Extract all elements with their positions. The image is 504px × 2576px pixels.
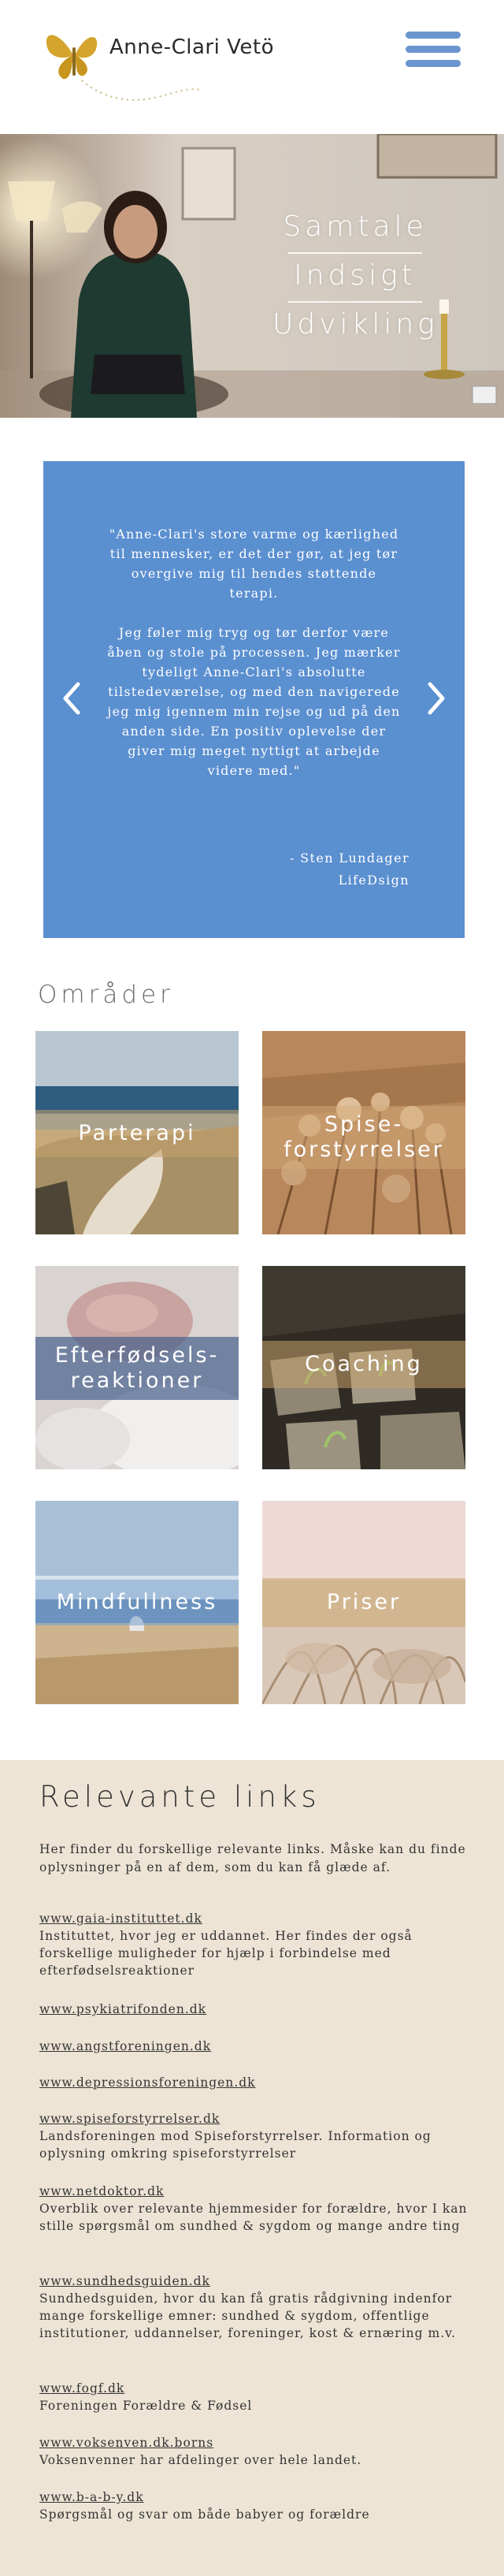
hero-word-2: Indsigt bbox=[294, 259, 417, 292]
link-item: www.angstforeningen.dk bbox=[39, 2038, 480, 2055]
tile-spiseforstyrrelser[interactable]: Spise- forstyrrelser bbox=[262, 1031, 465, 1234]
link-item: www.netdoktor.dk Overblik over relevante… bbox=[39, 2183, 480, 2235]
testimonial-slider: "Anne-Clari's store varme og kærlighed t… bbox=[43, 461, 465, 938]
tile-label: Parterapi bbox=[78, 1121, 196, 1145]
tile-label: Priser bbox=[326, 1590, 402, 1614]
relevant-links-section: Relevante links Her finder du forskellig… bbox=[0, 1760, 504, 2576]
tile-mindfullness[interactable]: Mindfullness bbox=[35, 1501, 239, 1704]
testimonial-author: - Sten Lundager LifeDsign bbox=[290, 847, 410, 892]
link-description: Foreningen Forældre & Fødsel bbox=[39, 2399, 253, 2413]
site-logo[interactable]: Anne-Clari Vetö bbox=[43, 24, 302, 110]
tile-label: Coaching bbox=[305, 1352, 423, 1376]
site-header: Anne-Clari Vetö bbox=[0, 0, 504, 134]
hero-taglines: Samtale Indsigt Udvikling bbox=[272, 205, 438, 350]
tile-label: Spise- forstyrrelser bbox=[284, 1112, 444, 1162]
link-url[interactable]: www.fogf.dk bbox=[39, 2380, 124, 2397]
author-name: - Sten Lundager bbox=[289, 851, 410, 865]
tile-label-band: Priser bbox=[262, 1578, 465, 1627]
links-intro: Her finder du forskellige relevante link… bbox=[39, 1842, 466, 1874]
tile-label-band: Spise- forstyrrelser bbox=[262, 1106, 465, 1169]
chevron-right-icon[interactable] bbox=[422, 680, 450, 717]
link-item: www.voksenven.dk.borns Voksenvenner har … bbox=[39, 2434, 480, 2469]
link-description: Overblik over relevante hjemmesider for … bbox=[39, 2202, 468, 2233]
testimonial-quote: "Anne-Clari's store varme og kærlighed t… bbox=[106, 524, 402, 800]
link-url[interactable]: www.voksenven.dk.borns bbox=[39, 2434, 213, 2451]
author-company: LifeDsign bbox=[338, 873, 410, 888]
link-description: Instituttet, hvor jeg er uddannet. Her f… bbox=[39, 1929, 413, 1978]
quote-paragraph: Jeg føler mig tryg og tør derfor være åb… bbox=[107, 625, 401, 778]
link-item: www.psykiatrifonden.dk bbox=[39, 2001, 480, 2018]
tile-label-band: Mindfullness bbox=[35, 1580, 239, 1625]
hamburger-menu-icon[interactable] bbox=[406, 32, 461, 68]
link-url[interactable]: www.angstforeningen.dk bbox=[39, 2038, 211, 2055]
link-url[interactable]: www.gaia-instituttet.dk bbox=[39, 1910, 202, 1927]
link-item: www.b-a-b-y.dk Spørgsmål og svar om både… bbox=[39, 2489, 480, 2523]
areas-title: Områder bbox=[38, 981, 174, 1009]
tile-label-band: Parterapi bbox=[35, 1110, 239, 1157]
link-description: Sundhedsguiden, hvor du kan få gratis rå… bbox=[39, 2291, 456, 2340]
link-item: www.gaia-instituttet.dk Instituttet, hvo… bbox=[39, 1910, 480, 1979]
hero-word-1: Samtale bbox=[283, 210, 428, 243]
link-item: www.sundhedsguiden.dk Sundhedsguiden, hv… bbox=[39, 2273, 480, 2342]
tile-parterapi[interactable]: Parterapi bbox=[35, 1031, 239, 1234]
link-item: www.spiseforstyrrelser.dk Landsforeninge… bbox=[39, 2110, 480, 2162]
link-description: Voksenvenner har afdelinger over hele la… bbox=[39, 2453, 362, 2467]
link-item: www.depressionsforeningen.dk bbox=[39, 2074, 480, 2091]
tile-efterfodselsreaktioner[interactable]: Efterfødsels- reaktioner bbox=[35, 1266, 239, 1469]
link-url[interactable]: www.sundhedsguiden.dk bbox=[39, 2273, 210, 2290]
link-url[interactable]: www.spiseforstyrrelser.dk bbox=[39, 2110, 220, 2127]
quote-paragraph: "Anne-Clari's store varme og kærlighed t… bbox=[109, 527, 399, 601]
tile-label-band: Efterfødsels- reaktioner bbox=[35, 1337, 239, 1400]
link-url[interactable]: www.netdoktor.dk bbox=[39, 2183, 164, 2200]
logo-text: Anne-Clari Vetö bbox=[109, 35, 274, 59]
link-description: Spørgsmål og svar om både babyer og foræ… bbox=[39, 2507, 370, 2522]
tile-coaching[interactable]: Coaching bbox=[262, 1266, 465, 1469]
hero-word-3: Udvikling bbox=[272, 308, 439, 341]
tile-priser[interactable]: Priser bbox=[262, 1501, 465, 1704]
tile-label-band: Coaching bbox=[262, 1341, 465, 1388]
links-title: Relevante links bbox=[39, 1780, 321, 1814]
link-description: Landsforeningen mod Spiseforstyrrelser. … bbox=[39, 2129, 432, 2161]
chevron-left-icon[interactable] bbox=[57, 680, 86, 717]
hero-banner: Samtale Indsigt Udvikling bbox=[0, 134, 504, 418]
link-url[interactable]: www.depressionsforeningen.dk bbox=[39, 2074, 256, 2091]
link-url[interactable]: www.psykiatrifonden.dk bbox=[39, 2001, 206, 2018]
link-item: www.fogf.dk Foreningen Forældre & Fødsel bbox=[39, 2380, 480, 2414]
link-url[interactable]: www.b-a-b-y.dk bbox=[39, 2489, 144, 2506]
tile-label: Mindfullness bbox=[56, 1590, 218, 1614]
tile-label: Efterfødsels- reaktioner bbox=[54, 1343, 220, 1393]
